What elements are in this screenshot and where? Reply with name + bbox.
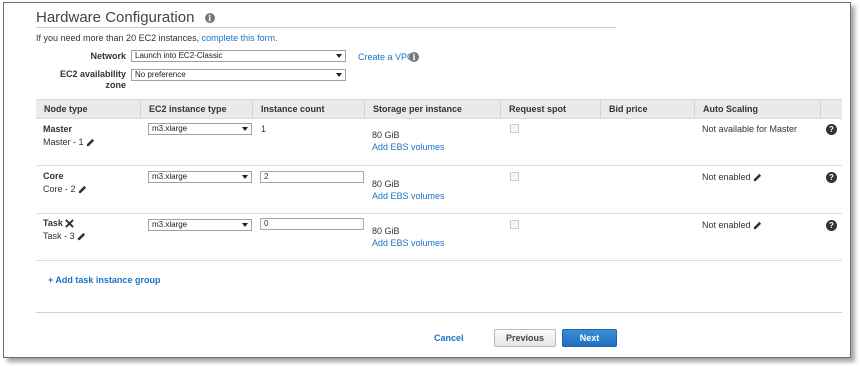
network-select[interactable]: Launch into EC2-Classic bbox=[131, 50, 346, 62]
pencil-icon[interactable] bbox=[86, 138, 95, 147]
node-type-sub: Core - 2 bbox=[43, 184, 87, 194]
chevron-down-icon bbox=[242, 127, 248, 131]
pencil-icon[interactable] bbox=[77, 232, 86, 241]
auto-scaling-text: Not enabled bbox=[702, 220, 751, 230]
instance-count-value: 1 bbox=[261, 124, 267, 134]
info-icon[interactable]: i bbox=[409, 52, 419, 62]
pencil-icon[interactable] bbox=[753, 173, 762, 182]
instance-type-value: m3.xlarge bbox=[152, 172, 188, 181]
notice-text: If you need more than 20 EC2 instances, bbox=[36, 33, 200, 43]
help-icon[interactable]: ? bbox=[826, 172, 837, 183]
row-divider bbox=[36, 260, 842, 261]
node-sub-label: Task - 3 bbox=[43, 231, 75, 241]
node-type-name: Master bbox=[43, 124, 73, 134]
node-type-sub: Master - 1 bbox=[43, 137, 95, 147]
availability-zone-label: EC2 availability zone bbox=[44, 69, 126, 91]
request-spot-checkbox[interactable] bbox=[510, 124, 519, 133]
availability-zone-select-value: No preference bbox=[135, 70, 186, 79]
close-icon[interactable] bbox=[65, 219, 75, 228]
chevron-down-icon bbox=[242, 223, 248, 227]
title-divider bbox=[36, 27, 616, 28]
availability-zone-select[interactable]: No preference bbox=[131, 69, 346, 81]
instance-type-value: m3.xlarge bbox=[152, 124, 188, 133]
chevron-down-icon bbox=[242, 175, 248, 179]
instance-type-select[interactable]: m3.xlarge bbox=[148, 219, 252, 231]
previous-button[interactable]: Previous bbox=[494, 329, 556, 347]
instance-count-input[interactable]: 2 bbox=[260, 171, 364, 183]
column-node-type: Node type bbox=[44, 104, 88, 114]
column-auto-scaling: Auto Scaling bbox=[694, 100, 820, 118]
node-type-label: Task bbox=[43, 218, 63, 228]
footer-divider bbox=[36, 312, 842, 313]
info-icon[interactable]: i bbox=[204, 13, 215, 24]
instance-count-input[interactable]: 0 bbox=[260, 218, 364, 230]
storage-value: 80 GiB bbox=[372, 179, 400, 189]
node-type-name: Core bbox=[43, 171, 64, 181]
auto-scaling-status: Not enabled bbox=[702, 220, 762, 230]
add-ebs-volumes-link[interactable]: Add EBS volumes bbox=[372, 191, 445, 201]
add-ebs-volumes-link[interactable]: Add EBS volumes bbox=[372, 142, 445, 152]
instance-limit-notice: If you need more than 20 EC2 instances, … bbox=[36, 33, 278, 43]
column-instance-count: Instance count bbox=[252, 100, 364, 118]
column-request-spot: Request spot bbox=[500, 100, 600, 118]
storage-value: 80 GiB bbox=[372, 226, 400, 236]
storage-value: 80 GiB bbox=[372, 130, 400, 140]
node-sub-label: Master - 1 bbox=[43, 137, 84, 147]
instance-table-header: Node type EC2 instance type Instance cou… bbox=[36, 99, 842, 119]
pencil-icon[interactable] bbox=[753, 221, 762, 230]
instance-type-value: m3.xlarge bbox=[152, 220, 188, 229]
chevron-down-icon bbox=[336, 54, 342, 58]
cancel-button[interactable]: Cancel bbox=[434, 333, 464, 343]
row-divider bbox=[36, 213, 842, 214]
column-bid-price: Bid price bbox=[600, 100, 694, 118]
auto-scaling-text: Not enabled bbox=[702, 172, 751, 182]
help-icon[interactable]: ? bbox=[826, 124, 837, 135]
pencil-icon[interactable] bbox=[78, 185, 87, 194]
add-ebs-volumes-link[interactable]: Add EBS volumes bbox=[372, 238, 445, 248]
instance-type-select[interactable]: m3.xlarge bbox=[148, 171, 252, 183]
column-instance-type: EC2 instance type bbox=[140, 100, 252, 118]
section-title-text: Hardware Configuration bbox=[36, 9, 195, 26]
instance-count-value: 2 bbox=[264, 172, 269, 181]
network-label: Network bbox=[90, 51, 126, 61]
add-task-instance-group-link[interactable]: + Add task instance group bbox=[48, 275, 160, 285]
node-type-sub: Task - 3 bbox=[43, 231, 86, 241]
request-spot-checkbox[interactable] bbox=[510, 220, 519, 229]
column-help bbox=[820, 100, 842, 118]
section-title: Hardware Configuration i bbox=[36, 9, 215, 26]
chevron-down-icon bbox=[336, 73, 342, 77]
network-select-value: Launch into EC2-Classic bbox=[135, 51, 223, 60]
instance-count-value: 0 bbox=[264, 219, 269, 228]
auto-scaling-status: Not enabled bbox=[702, 172, 762, 182]
availability-zone-label-line2: zone bbox=[105, 80, 126, 90]
node-sub-label: Core - 2 bbox=[43, 184, 76, 194]
hardware-configuration-panel: Hardware Configuration i If you need mor… bbox=[3, 2, 851, 358]
create-vpc-link[interactable]: Create a VPC bbox=[358, 52, 414, 62]
node-type-name: Task bbox=[43, 218, 75, 228]
auto-scaling-status: Not available for Master bbox=[702, 124, 798, 134]
complete-form-link[interactable]: complete this form. bbox=[202, 33, 278, 43]
availability-zone-label-line1: EC2 availability bbox=[59, 69, 126, 79]
row-divider bbox=[36, 165, 842, 166]
help-icon[interactable]: ? bbox=[826, 220, 837, 231]
column-storage: Storage per instance bbox=[364, 100, 500, 118]
next-button[interactable]: Next bbox=[562, 329, 617, 347]
instance-type-select[interactable]: m3.xlarge bbox=[148, 123, 252, 135]
request-spot-checkbox[interactable] bbox=[510, 172, 519, 181]
